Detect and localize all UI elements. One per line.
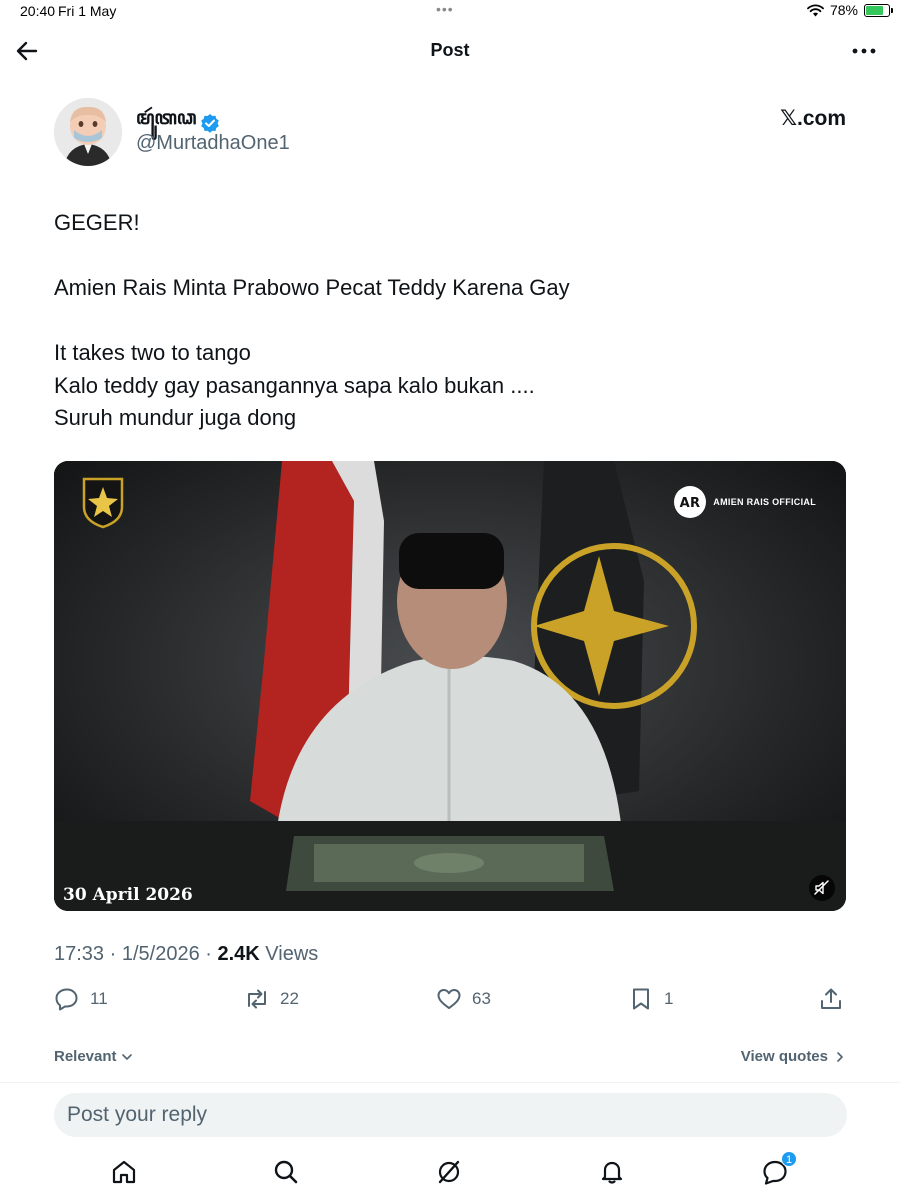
tweet-meta: 17:33 · 1/5/2026 · 2.4K Views bbox=[54, 943, 318, 966]
chevron-down-icon bbox=[121, 1053, 132, 1060]
tweet-date[interactable]: 1/5/2026 bbox=[122, 943, 200, 965]
channel-logo-text: AR bbox=[680, 496, 701, 511]
share-icon bbox=[821, 988, 841, 1009]
status-right: 78% bbox=[807, 2, 893, 18]
repost-count: 22 bbox=[280, 989, 299, 1008]
avatar[interactable] bbox=[54, 98, 122, 166]
bookmark-icon bbox=[633, 988, 649, 1010]
more-options-icon[interactable] bbox=[850, 38, 878, 64]
tweet-text-line: Kalo teddy gay pasangannya sapa kalo buk… bbox=[54, 372, 535, 398]
bottom-tab-bar: 1 bbox=[0, 1148, 900, 1200]
x-logo[interactable]: 𝕏.com bbox=[780, 106, 846, 131]
status-bar: 20:40 Fri 1 May ••• 78% bbox=[0, 0, 900, 24]
repost-icon bbox=[248, 989, 266, 1009]
channel-watermark: AR AMIEN RAIS OFFICIAL bbox=[673, 485, 816, 519]
views-count: 2.4K bbox=[217, 943, 260, 965]
divider bbox=[0, 1082, 900, 1083]
tweet-video[interactable]: AR AMIEN RAIS OFFICIAL 30 April 2026 bbox=[54, 461, 846, 911]
video-date-overlay: 30 April 2026 bbox=[63, 885, 193, 905]
battery-level bbox=[866, 5, 884, 15]
like-button[interactable]: 63 bbox=[436, 986, 491, 1012]
meta-separator: · bbox=[104, 943, 122, 965]
author-handle[interactable]: @MurtadhaOne1 bbox=[136, 132, 290, 155]
meta-separator: · bbox=[199, 943, 218, 965]
replies-sort-bar: Relevant View quotes bbox=[54, 1046, 846, 1068]
repost-button[interactable]: 22 bbox=[244, 986, 299, 1012]
messages-tab[interactable]: 1 bbox=[761, 1151, 797, 1186]
page-title: Post bbox=[430, 40, 470, 60]
verified-badge-icon bbox=[201, 114, 220, 133]
notifications-bell-icon[interactable] bbox=[598, 1158, 626, 1186]
views-label: Views bbox=[265, 943, 319, 965]
relevant-sort-button[interactable]: Relevant bbox=[54, 1048, 134, 1065]
reply-icon bbox=[55, 988, 78, 1011]
view-quotes-label: View quotes bbox=[740, 1048, 828, 1065]
view-quotes-link[interactable]: View quotes bbox=[741, 1048, 846, 1065]
heart-icon bbox=[437, 989, 461, 1009]
status-time: 20:40 bbox=[20, 3, 56, 19]
bookmark-count: 1 bbox=[664, 989, 674, 1008]
reply-input[interactable] bbox=[54, 1093, 847, 1137]
nav-bar: Post bbox=[0, 24, 900, 76]
grok-icon[interactable] bbox=[435, 1158, 463, 1186]
chevron-right-icon bbox=[837, 1051, 843, 1062]
relevant-label: Relevant bbox=[54, 1048, 117, 1065]
author-row: ꦩꦸꦂꦠꦣ @MurtadhaOne1 𝕏.com bbox=[54, 98, 846, 168]
channel-name: AMIEN RAIS OFFICIAL bbox=[713, 497, 816, 507]
like-count: 63 bbox=[472, 989, 491, 1008]
muted-speaker-icon bbox=[814, 880, 829, 895]
tweet-text-line: Suruh mundur juga dong bbox=[54, 405, 297, 430]
wifi-icon bbox=[807, 4, 824, 16]
multitasking-dots[interactable]: ••• bbox=[436, 1, 454, 17]
tweet-text-line: It takes two to tango bbox=[54, 340, 251, 365]
battery-percent: 78% bbox=[829, 2, 858, 18]
mute-button[interactable] bbox=[809, 875, 835, 901]
action-bar: 11 22 63 1 bbox=[54, 986, 846, 1016]
video-frame bbox=[54, 461, 846, 911]
home-icon[interactable] bbox=[110, 1158, 138, 1186]
share-button[interactable] bbox=[818, 986, 844, 1012]
messages-badge: 1 bbox=[781, 1151, 797, 1167]
reply-box bbox=[54, 1093, 847, 1137]
tweet-text-line: Amien Rais Minta Prabowo Pecat Teddy Kar… bbox=[54, 275, 570, 300]
channel-logo-icon: AR bbox=[674, 486, 707, 518]
battery-icon bbox=[864, 3, 893, 17]
tweet-text: GEGER! Amien Rais Minta Prabowo Pecat Ted… bbox=[54, 207, 844, 435]
reply-button[interactable]: 11 bbox=[54, 986, 108, 1012]
search-icon[interactable] bbox=[272, 1158, 300, 1186]
status-date: Fri 1 May bbox=[58, 3, 117, 19]
reply-count: 11 bbox=[90, 989, 108, 1008]
tweet-text-line: GEGER! bbox=[54, 210, 140, 235]
avatar-image bbox=[54, 98, 122, 166]
bookmark-button[interactable]: 1 bbox=[628, 986, 673, 1012]
tweet-time[interactable]: 17:33 bbox=[54, 943, 104, 965]
